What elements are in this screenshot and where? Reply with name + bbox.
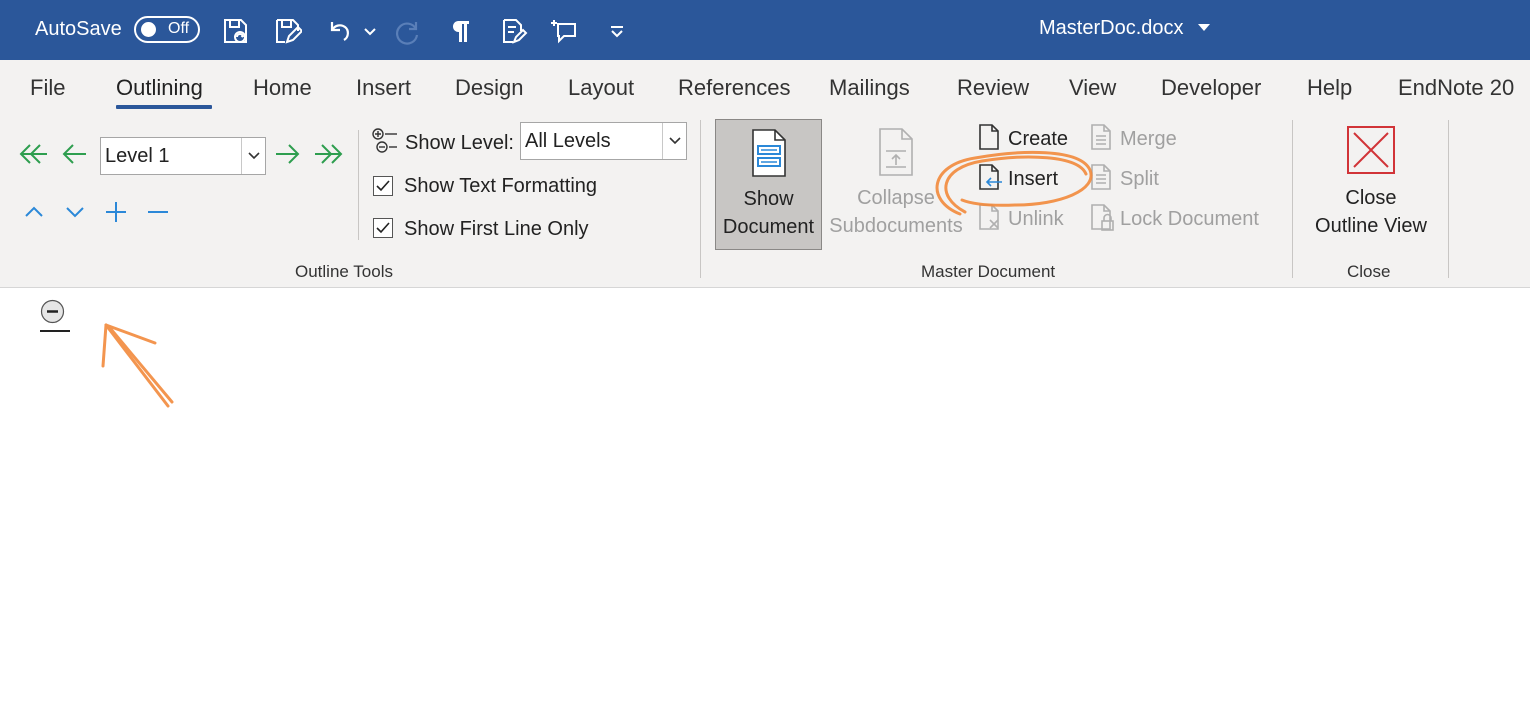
unlink-button: Unlink xyxy=(1008,208,1064,230)
close-label-line2: Outline View xyxy=(1315,215,1427,237)
collapse-label-line1: Collapse xyxy=(857,187,935,209)
undo-icon[interactable] xyxy=(322,14,356,48)
create-subdocument-icon[interactable] xyxy=(978,124,1000,150)
close-label-line1: Close xyxy=(1345,187,1397,209)
autosave-label: AutoSave xyxy=(35,18,122,40)
merge-icon xyxy=(1090,124,1112,150)
tab-file[interactable]: File xyxy=(30,75,65,101)
close-group-label: Close xyxy=(1347,262,1391,281)
save-as-edit-icon[interactable] xyxy=(270,14,304,48)
separator xyxy=(700,120,701,278)
show-document-label-line1: Show xyxy=(743,188,794,210)
show-level-label: Show Level: xyxy=(405,132,514,154)
merge-button: Merge xyxy=(1120,128,1177,150)
show-level-icon xyxy=(371,126,399,156)
title-bar: AutoSave Off MasterDoc.docx xyxy=(0,0,1530,60)
outline-level-select[interactable]: Level 1 xyxy=(100,137,266,175)
chevron-down-icon[interactable] xyxy=(662,123,686,159)
tab-home[interactable]: Home xyxy=(253,75,312,101)
document-area[interactable] xyxy=(0,289,1530,702)
demote-to-body-text-icon[interactable] xyxy=(312,140,346,168)
outline-empty-paragraph[interactable] xyxy=(40,330,70,332)
unlink-icon xyxy=(978,204,1004,230)
tab-mailings[interactable]: Mailings xyxy=(829,75,910,101)
outline-level-value: Level 1 xyxy=(105,145,170,167)
outline-tools-group-label: Outline Tools xyxy=(295,262,393,281)
tab-layout[interactable]: Layout xyxy=(568,75,634,101)
toggle-knob xyxy=(141,22,156,37)
format-painter-icon[interactable] xyxy=(496,14,530,48)
create-button[interactable]: Create xyxy=(1008,128,1068,151)
show-level-select[interactable]: All Levels xyxy=(520,122,687,160)
tab-review[interactable]: Review xyxy=(957,75,1029,101)
show-level-value: All Levels xyxy=(525,130,611,152)
move-up-icon[interactable] xyxy=(22,200,46,224)
tab-view[interactable]: View xyxy=(1069,75,1116,101)
document-title[interactable]: MasterDoc.docx xyxy=(1039,17,1184,40)
show-document-label: Show Document xyxy=(716,185,821,241)
outline-collapse-icon[interactable] xyxy=(40,299,65,324)
tab-endnote[interactable]: EndNote 20 xyxy=(1398,75,1514,101)
promote-to-heading1-icon[interactable] xyxy=(16,140,50,168)
move-down-icon[interactable] xyxy=(63,200,87,224)
show-text-formatting-checkbox[interactable] xyxy=(373,176,393,196)
pilcrow-icon[interactable] xyxy=(444,14,478,48)
customize-toolbar-icon[interactable] xyxy=(600,14,634,48)
show-first-line-only-checkbox[interactable] xyxy=(373,218,393,238)
show-document-button[interactable]: Show Document xyxy=(715,119,822,250)
collapse-subdocuments-button: Collapse Subdocuments xyxy=(826,119,966,250)
insert-button[interactable]: Insert xyxy=(1008,168,1058,191)
show-document-label-line2: Document xyxy=(722,216,815,238)
lock-document-button: Lock Document xyxy=(1120,208,1259,230)
separator xyxy=(1292,120,1293,278)
autosave-toggle[interactable]: Off xyxy=(134,16,200,43)
separator xyxy=(358,130,359,240)
close-outline-view-button[interactable]: Close Outline View xyxy=(1303,119,1439,250)
demote-icon[interactable] xyxy=(272,140,302,168)
collapse-subdocuments-icon xyxy=(876,127,916,177)
collapse-icon[interactable] xyxy=(146,200,170,224)
close-outline-view-label: Close Outline View xyxy=(1303,184,1439,240)
split-icon xyxy=(1090,164,1112,190)
comment-icon[interactable] xyxy=(548,14,582,48)
active-tab-indicator xyxy=(116,105,212,109)
collapse-subdocuments-label: Collapse Subdocuments xyxy=(826,184,966,240)
show-document-icon xyxy=(749,128,789,178)
promote-icon[interactable] xyxy=(60,140,90,168)
chevron-down-icon[interactable] xyxy=(1198,24,1210,31)
tab-outlining[interactable]: Outlining xyxy=(116,75,203,101)
split-button: Split xyxy=(1120,168,1159,190)
tab-developer[interactable]: Developer xyxy=(1161,75,1261,101)
master-document-group-label: Master Document xyxy=(921,262,1056,281)
separator xyxy=(1448,120,1449,278)
tab-insert[interactable]: Insert xyxy=(356,75,411,101)
tab-references[interactable]: References xyxy=(678,75,791,101)
undo-dropdown-icon[interactable] xyxy=(360,14,380,48)
tab-help[interactable]: Help xyxy=(1307,75,1352,101)
collapse-label-line2: Subdocuments xyxy=(829,215,963,237)
tab-design[interactable]: Design xyxy=(455,75,523,101)
autosave-state: Off xyxy=(168,20,190,37)
close-icon xyxy=(1346,125,1396,175)
ribbon: File Outlining Home Insert Design Layout… xyxy=(0,60,1530,288)
chevron-down-icon[interactable] xyxy=(241,138,265,174)
show-first-line-only-label: Show First Line Only xyxy=(404,218,589,240)
lock-document-icon xyxy=(1090,204,1116,232)
save-icon[interactable] xyxy=(218,14,252,48)
expand-icon[interactable] xyxy=(104,200,128,224)
redo-icon xyxy=(392,14,426,48)
show-text-formatting-label: Show Text Formatting xyxy=(404,175,598,197)
insert-subdocument-icon[interactable] xyxy=(978,164,1004,190)
